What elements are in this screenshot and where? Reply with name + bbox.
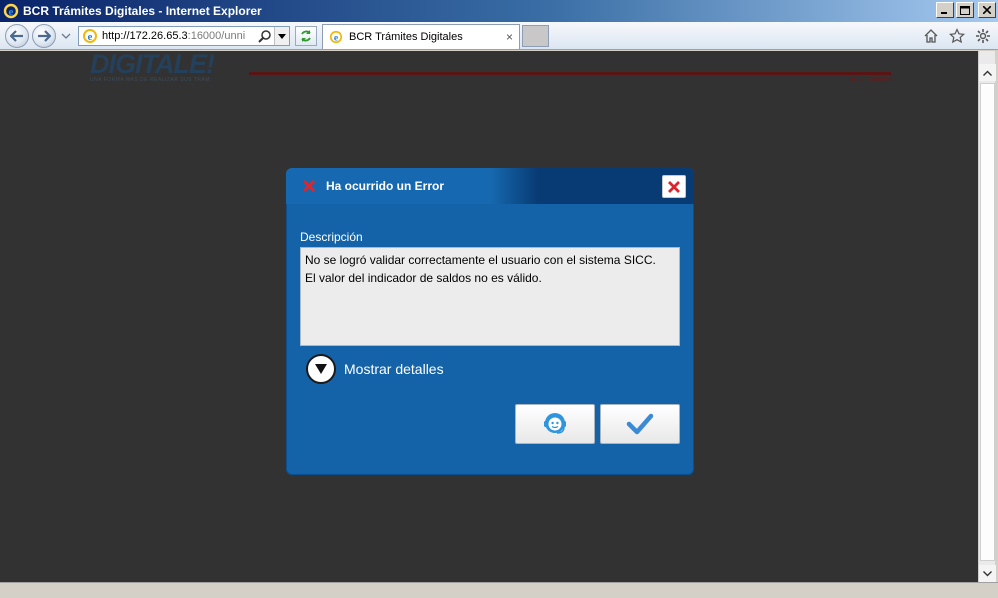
gear-icon — [976, 29, 990, 43]
favorites-button[interactable] — [948, 27, 966, 45]
show-details-toggle[interactable]: Mostrar detalles — [306, 354, 444, 384]
triangle-down-icon — [315, 364, 327, 374]
window-controls — [936, 2, 996, 18]
toolbar-right — [922, 27, 992, 45]
expand-circle[interactable] — [306, 354, 336, 384]
description-textbox[interactable]: No se logró validar correctamente el usu… — [300, 247, 680, 346]
refresh-icon — [301, 30, 311, 42]
minimize-button[interactable] — [936, 2, 954, 18]
maximize-icon — [960, 5, 970, 15]
minimize-icon — [941, 12, 947, 14]
description-line-2: El valor del indicador de saldos no es v… — [305, 271, 542, 285]
window-titlebar: e BCR Trámites Digitales - Internet Expl… — [0, 0, 998, 22]
dialog-title: Ha ocurrido un Error — [326, 179, 445, 193]
tab-bcr-tramites[interactable]: e BCR Trámites Digitales × — [322, 24, 520, 49]
tab-ie-icon: e — [329, 30, 343, 44]
new-tab-button[interactable] — [522, 25, 549, 47]
arrow-left-icon — [10, 30, 23, 42]
address-bar[interactable]: e http://172.26.65.3:16000/unni — [78, 26, 290, 46]
star-icon — [949, 28, 965, 44]
confirm-button[interactable] — [600, 404, 680, 444]
address-dropdown-button[interactable] — [274, 27, 289, 45]
navigation-bar: e http://172.26.65.3:16000/unni e BCR Tr… — [0, 22, 998, 50]
checkmark-icon — [626, 413, 654, 435]
vertical-scrollbar[interactable] — [978, 51, 996, 582]
tools-button[interactable] — [974, 27, 992, 45]
header-tag: BCR Trámites — [849, 77, 893, 84]
history-dropdown-icon[interactable] — [61, 31, 71, 41]
close-icon — [983, 6, 991, 14]
url-text[interactable]: http://172.26.65.3:16000/unni — [102, 30, 252, 42]
page-content: DIGITALE! UNA FORMA MÁS DE REALIZAR SUS … — [0, 51, 978, 593]
header-divider — [249, 72, 891, 75]
scroll-up-button[interactable] — [979, 64, 996, 81]
chevron-up-icon — [983, 70, 992, 76]
close-window-button[interactable] — [978, 2, 996, 18]
scroll-down-button[interactable] — [979, 565, 996, 582]
svg-text:e: e — [334, 33, 339, 44]
dialog-close-button[interactable] — [662, 175, 686, 198]
page-ie-icon: e — [83, 29, 97, 43]
site-logo: DIGITALE! — [90, 51, 215, 79]
tab-close-icon[interactable]: × — [506, 30, 513, 44]
error-x-icon — [302, 179, 316, 193]
home-icon — [924, 29, 938, 43]
description-label: Descripción — [300, 230, 363, 244]
scroll-thumb[interactable] — [980, 83, 995, 561]
refresh-button[interactable] — [295, 26, 317, 46]
show-details-label[interactable]: Mostrar detalles — [344, 361, 444, 377]
site-logo-tagline: UNA FORMA MÁS DE REALIZAR SUS TRÁM — [90, 77, 210, 83]
svg-text:e: e — [9, 6, 14, 18]
dialog-header: Ha ocurrido un Error — [286, 168, 694, 204]
support-button[interactable] — [515, 404, 595, 444]
chevron-down-icon — [983, 570, 992, 576]
tab-label: BCR Trámites Digitales — [349, 31, 463, 43]
forward-button[interactable] — [32, 24, 56, 48]
maximize-button[interactable] — [956, 2, 974, 18]
description-line-1: No se logró validar correctamente el usu… — [305, 253, 656, 267]
chevron-down-icon — [278, 33, 286, 39]
support-agent-icon — [544, 413, 566, 434]
search-icon[interactable] — [258, 29, 272, 43]
window-bottom-frame — [0, 582, 998, 598]
internet-explorer-icon: e — [3, 3, 19, 19]
arrow-right-icon — [38, 30, 51, 42]
error-dialog: Ha ocurrido un Error Descripción No se l… — [286, 168, 694, 475]
home-button[interactable] — [922, 27, 940, 45]
window-title: BCR Trámites Digitales - Internet Explor… — [23, 4, 262, 18]
close-icon — [668, 180, 680, 193]
svg-text:e: e — [88, 31, 93, 43]
back-button[interactable] — [5, 24, 29, 48]
